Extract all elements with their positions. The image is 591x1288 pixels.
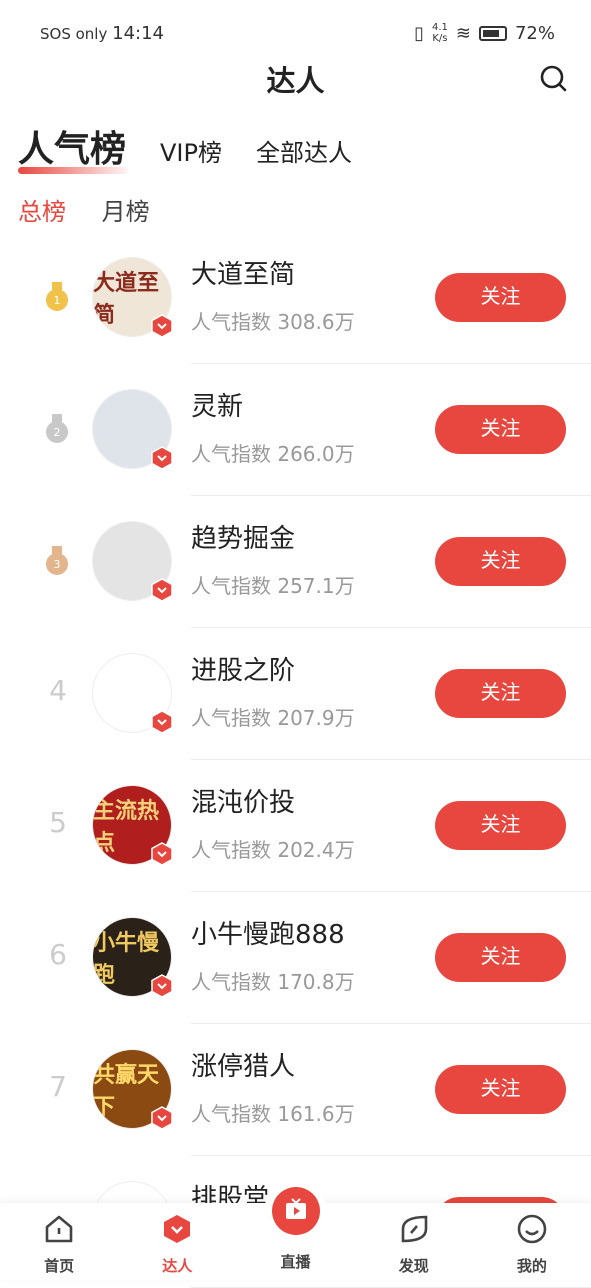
- follow-button[interactable]: 关注: [435, 1065, 566, 1114]
- follow-button[interactable]: 关注: [435, 669, 566, 718]
- carrier: SOS only: [40, 25, 108, 43]
- verified-badge-icon: [151, 974, 173, 998]
- nav-live[interactable]: 直播: [236, 1187, 354, 1280]
- popularity-index: 人气指数 207.9万: [191, 706, 355, 730]
- home-icon: [45, 1215, 73, 1243]
- popularity-index: 人气指数 161.6万: [191, 1102, 355, 1126]
- expert-name[interactable]: 趋势掘金: [191, 518, 295, 555]
- rank-number: 7: [49, 1070, 67, 1103]
- nav-profile[interactable]: 我的: [473, 1203, 591, 1280]
- nav-experts[interactable]: 达人: [118, 1203, 236, 1280]
- ranking-tabs: 人气榜 VIP榜 全部达人: [18, 120, 386, 174]
- popularity-index: 人气指数 202.4万: [191, 838, 355, 862]
- follow-button[interactable]: 关注: [435, 933, 566, 982]
- medal-icon: 3: [46, 546, 68, 575]
- search-icon[interactable]: [539, 64, 567, 92]
- rank-number: 4: [49, 674, 67, 707]
- network-speed: 4.1 K/s: [431, 22, 448, 44]
- medal-icon: 2: [46, 414, 68, 443]
- popularity-index: 人气指数 308.6万: [191, 310, 355, 334]
- follow-button[interactable]: 关注: [435, 801, 566, 850]
- nav-discover[interactable]: 发现: [355, 1203, 473, 1280]
- tab-popularity[interactable]: 人气榜: [18, 120, 129, 174]
- rank-number: 5: [49, 806, 67, 839]
- verified-badge-icon: [151, 842, 173, 866]
- clock: 14:14: [112, 23, 165, 44]
- popularity-index: 人气指数 257.1万: [191, 574, 355, 598]
- period-tabs: 总榜 月榜: [18, 192, 178, 227]
- verified-badge-icon: [151, 710, 173, 734]
- vibrate-icon: ▯: [414, 22, 424, 44]
- battery-icon: [478, 25, 507, 41]
- live-icon: [271, 1187, 320, 1235]
- tab-overall[interactable]: 总榜: [18, 198, 66, 226]
- wifi-icon: ≋: [455, 22, 471, 44]
- battery-level: 72%: [514, 22, 555, 44]
- profile-icon: [517, 1214, 547, 1244]
- expert-row[interactable]: 5 主流热点 混沌价投 人气指数 202.4万 关注: [0, 760, 591, 892]
- expert-name[interactable]: 涨停猎人: [191, 1046, 295, 1083]
- follow-button[interactable]: 关注: [435, 537, 566, 586]
- follow-button[interactable]: 关注: [435, 405, 566, 454]
- verified-badge-icon: [151, 1106, 173, 1130]
- verified-badge-icon: [151, 314, 173, 338]
- expert-row[interactable]: 6 小牛慢跑 小牛慢跑888 人气指数 170.8万 关注: [0, 892, 591, 1024]
- popularity-index: 人气指数 170.8万: [191, 970, 355, 994]
- svg-text:3: 3: [54, 558, 61, 571]
- tab-all-experts[interactable]: 全部达人: [256, 133, 352, 168]
- expert-row[interactable]: 7 共赢天下 涨停猎人 人气指数 161.6万 关注: [0, 1024, 591, 1156]
- svg-text:1: 1: [54, 294, 61, 307]
- discover-icon: [401, 1215, 428, 1243]
- expert-name[interactable]: 大道至简: [191, 254, 295, 291]
- medal-icon: 1: [46, 282, 68, 311]
- svg-text:2: 2: [54, 426, 61, 439]
- status-bar: SOS only 14:14 ▯ 4.1 K/s ≋ 72%: [0, 0, 591, 66]
- expert-row[interactable]: 1 大道至简 大道至简 人气指数 308.6万 关注: [0, 232, 591, 364]
- verified-badge-icon: [151, 578, 173, 602]
- expert-name[interactable]: 混沌价投: [191, 782, 295, 819]
- rank-number: 6: [49, 938, 67, 971]
- expert-name[interactable]: 进股之阶: [191, 650, 295, 687]
- tab-vip[interactable]: VIP榜: [160, 133, 222, 168]
- bottom-nav: 首页 达人 直播 发现 我的: [0, 1187, 591, 1280]
- expert-name[interactable]: 灵新: [191, 386, 243, 423]
- expert-row[interactable]: 2 灵新人气指数 266.0万 关注: [0, 364, 591, 496]
- nav-home[interactable]: 首页: [0, 1203, 118, 1280]
- tab-monthly[interactable]: 月榜: [102, 198, 150, 226]
- expert-row[interactable]: 4 进股之阶人气指数 207.9万 关注: [0, 628, 591, 760]
- expert-row[interactable]: 3 趋势掘金人气指数 257.1万 关注: [0, 496, 591, 628]
- popularity-index: 人气指数 266.0万: [191, 442, 355, 466]
- expert-name[interactable]: 小牛慢跑888: [191, 914, 345, 951]
- verified-badge-icon: [151, 446, 173, 470]
- expert-icon: [164, 1215, 191, 1243]
- page-title: 达人: [266, 64, 325, 98]
- follow-button[interactable]: 关注: [435, 273, 566, 322]
